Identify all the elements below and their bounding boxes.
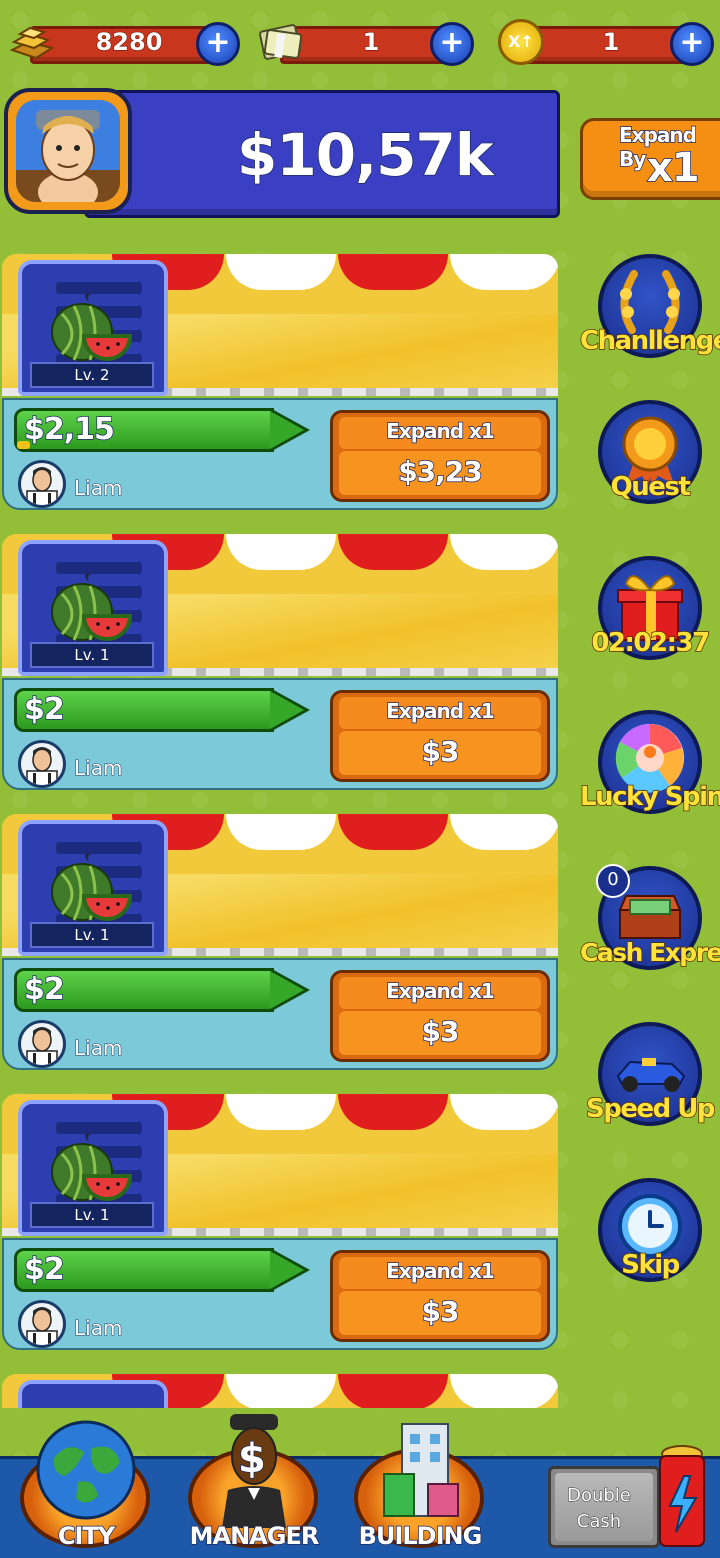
expand-by-button[interactable]: Expand By x1 — [580, 118, 720, 200]
cash-express-button[interactable]: 0 Cash Express — [579, 864, 720, 986]
income-amount: $2 — [23, 1251, 65, 1288]
manager-portrait-icon — [26, 1027, 58, 1065]
quest-button[interactable]: Quest — [580, 400, 720, 520]
shop-card-partial — [2, 1374, 560, 1408]
income-progress-bar: $2 — [14, 1248, 310, 1292]
lucky-spin-label: Lucky Spin — [579, 781, 720, 813]
shop-controls: $2 Liam Expand x1 $3 — [2, 678, 558, 790]
speed-up-button[interactable]: Speed Up — [580, 1022, 720, 1142]
manager-name: Liam — [73, 1036, 123, 1061]
watermelon-icon — [51, 574, 132, 641]
shop-level: Lv. 2 — [30, 362, 154, 388]
multiplier-value: 1 — [602, 28, 620, 57]
product-card[interactable]: Lv. 2 — [18, 260, 168, 396]
manager-portrait-icon — [26, 1307, 58, 1345]
manager-name: Liam — [73, 1316, 123, 1341]
skip-label: Skip — [620, 1249, 681, 1281]
cash-stack-icon — [259, 24, 303, 60]
challenges-button[interactable]: Chanllenges — [579, 254, 720, 374]
income-amount: $2 — [23, 691, 65, 728]
shop-card: Lv. 2 $2,15 Liam Expand x1 $3,23 — [2, 254, 560, 514]
expand-label: Expand x1 — [385, 698, 495, 724]
watermelon-icon — [51, 854, 132, 921]
lucky-spin-button[interactable]: Lucky Spin — [579, 710, 720, 830]
expand-cost: $3 — [421, 734, 460, 769]
skip-button[interactable]: Skip — [580, 1178, 720, 1298]
income-amount: $2,15 — [23, 411, 115, 448]
income-progress-bar: $2 — [14, 968, 310, 1012]
shop-card: Lv. 1 $2 Liam Expand x1 $3 — [2, 814, 560, 1074]
multiplier-counter: X↑ 1 + — [498, 19, 714, 66]
expand-label: Expand x1 — [385, 418, 495, 444]
challenges-label: Chanllenges — [579, 325, 720, 357]
manager-name: Liam — [73, 756, 123, 781]
expand-by-value: x1 — [646, 144, 700, 192]
shop-controls: $2,15 Liam Expand x1 $3,23 — [2, 398, 558, 510]
watermelon-icon — [51, 1134, 132, 1201]
shop-level: Lv. 1 — [30, 922, 154, 948]
product-card[interactable]: Lv. 1 — [18, 820, 168, 956]
nav-manager-button[interactable]: $ MANAGER — [184, 1414, 324, 1558]
shop-level: Lv. 1 — [30, 642, 154, 668]
bottom-nav: CITY $ MANAGER BUILDING Double Cash — [0, 1406, 720, 1558]
add-cash-button[interactable]: + — [430, 22, 474, 66]
cash-counter: 1 + — [258, 20, 474, 66]
manager-portrait-icon — [26, 467, 58, 505]
building-icon — [383, 1423, 459, 1517]
manager-avatar[interactable] — [18, 1020, 66, 1068]
cash-header: $10,57k — [4, 88, 560, 218]
watermelon-icon — [51, 294, 132, 361]
income-progress-bar: $2,15 — [14, 408, 310, 452]
expand-label: Expand x1 — [385, 978, 495, 1004]
globe-icon — [36, 1420, 136, 1520]
shop-controls: $2 Liam Expand x1 $3 — [2, 958, 558, 1070]
farmer-portrait-icon — [16, 110, 120, 202]
nav-building-button[interactable]: BUILDING — [350, 1414, 490, 1558]
manager-avatar[interactable] — [18, 460, 66, 508]
nav-manager-label: MANAGER — [189, 1521, 320, 1551]
speed-up-label: Speed Up — [585, 1093, 716, 1125]
expand-cost: $3 — [421, 1014, 460, 1049]
total-cash: $10,57k — [236, 120, 494, 190]
add-gold-button[interactable]: + — [196, 22, 240, 66]
player-avatar[interactable] — [4, 88, 132, 214]
manager-avatar[interactable] — [18, 740, 66, 788]
nav-building-label: BUILDING — [358, 1521, 483, 1551]
expand-button[interactable]: Expand x1 $3 — [330, 1250, 550, 1342]
cash-express-label: Cash Express — [579, 937, 720, 968]
manager-portrait-icon — [26, 747, 58, 785]
income-progress-bar: $2 — [14, 688, 310, 732]
expand-button[interactable]: Expand x1 $3 — [330, 690, 550, 782]
cash-panel: $10,57k — [84, 90, 560, 218]
product-card[interactable]: Lv. 1 — [18, 1100, 168, 1236]
add-multiplier-button[interactable]: + — [670, 22, 714, 66]
expand-cost: $3 — [421, 1294, 460, 1329]
gift-button[interactable]: 02:02:37 — [580, 556, 720, 676]
multiplier-coin-icon: X↑ — [498, 19, 544, 65]
gold-value: 8280 — [95, 28, 163, 57]
expand-label: Expand x1 — [385, 1258, 495, 1284]
nav-city-label: CITY — [57, 1521, 116, 1551]
shop-card: Lv. 1 $2 Liam Expand x1 $3 — [2, 1094, 560, 1354]
gold-bars-icon — [9, 26, 55, 60]
shop-card: Lv. 1 $2 Liam Expand x1 $3 — [2, 534, 560, 794]
shop-level: Lv. 1 — [30, 1202, 154, 1228]
expand-button[interactable]: Expand x1 $3,23 — [330, 410, 550, 502]
expand-button[interactable]: Expand x1 $3 — [330, 970, 550, 1062]
quest-label: Quest — [610, 471, 692, 503]
manager-name: Liam — [73, 476, 123, 501]
manager-avatar[interactable] — [18, 1300, 66, 1348]
cash-value: 1 — [362, 28, 380, 57]
nav-city-button[interactable]: CITY — [16, 1414, 156, 1558]
product-card[interactable]: Lv. 1 — [18, 540, 168, 676]
energy-can-icon — [659, 1445, 705, 1547]
manager-dollar-sign: $ — [237, 1435, 266, 1483]
double-cash-button[interactable]: Double Cash — [548, 1466, 660, 1548]
gift-timer: 02:02:37 — [591, 627, 711, 659]
gold-counter: 8280 + — [8, 20, 240, 66]
double-cash-label: Double Cash — [567, 1485, 632, 1533]
expand-cost: $3,23 — [397, 454, 483, 489]
income-amount: $2 — [23, 971, 65, 1008]
shop-controls: $2 Liam Expand x1 $3 — [2, 1238, 558, 1350]
